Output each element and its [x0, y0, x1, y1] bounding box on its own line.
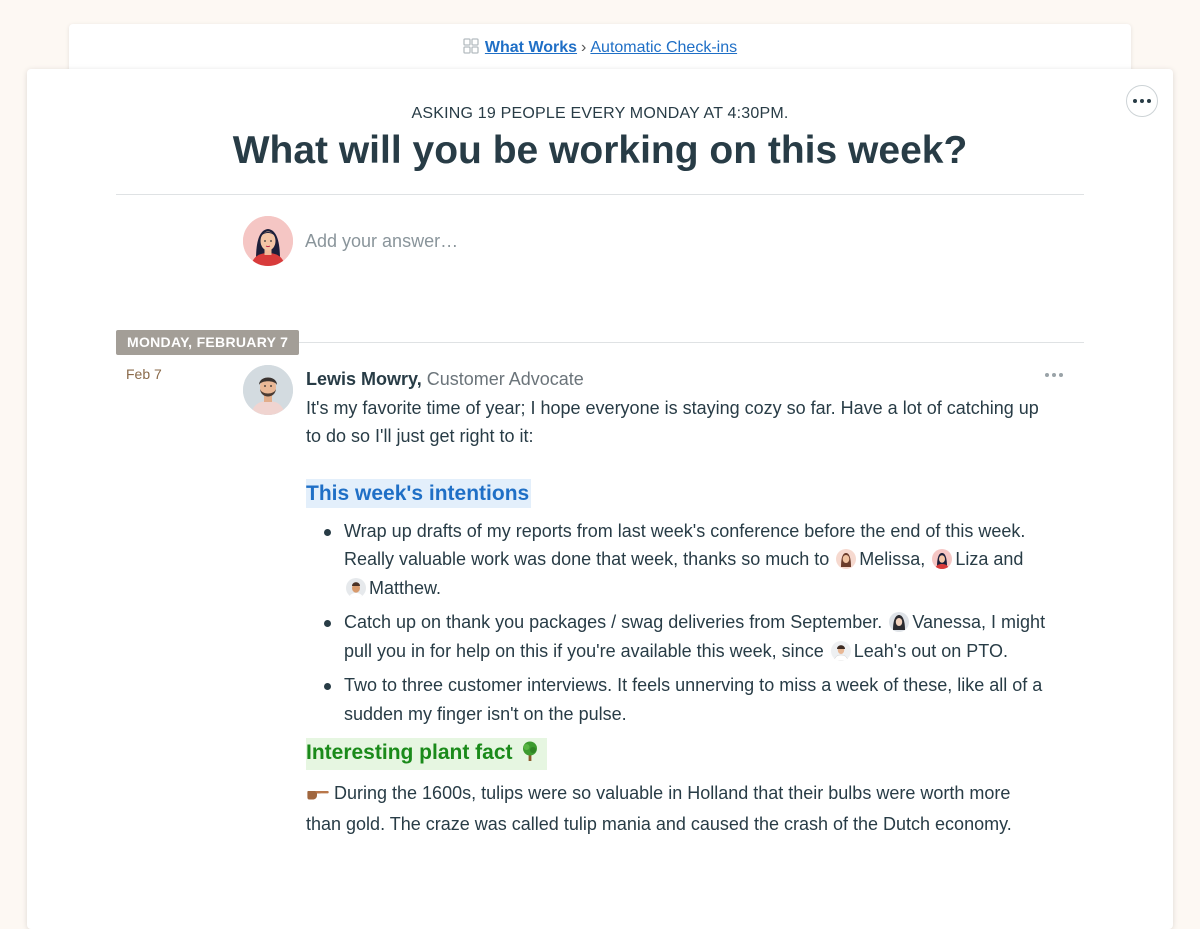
breadcrumb-separator: › — [581, 39, 587, 56]
mention-melissa[interactable]: Melissa, — [859, 549, 925, 569]
heading-intentions: This week's intentions — [306, 478, 532, 508]
post-intro: It's my favorite time of year; I hope ev… — [306, 397, 1039, 447]
day-badge: MONDAY, FEBRUARY 7 — [116, 330, 300, 355]
mention-liza[interactable]: Liza — [955, 549, 988, 569]
pointing-hand-icon — [306, 781, 330, 810]
intentions-list: Wrap up drafts of my reports from last w… — [306, 517, 1046, 729]
mention-avatar — [830, 640, 851, 661]
answer-input[interactable] — [305, 227, 805, 255]
checkin-card: ASKING 19 PEOPLE EVERY MONDAY AT 4:30PM.… — [27, 69, 1173, 929]
list-item: Catch up on thank you packages / swag de… — [324, 608, 1046, 665]
post-date[interactable]: Feb 7 — [126, 366, 162, 382]
post-options-button[interactable] — [1045, 373, 1063, 377]
options-icon — [1133, 99, 1137, 103]
mention-leah[interactable]: Leah's — [854, 641, 906, 661]
author-name[interactable]: Lewis Mowry, — [306, 369, 422, 389]
breadcrumb: What Works › Automatic Check-ins — [69, 38, 1131, 59]
mention-avatar — [932, 549, 953, 569]
mention-avatar — [889, 612, 910, 632]
tree-emoji-icon — [519, 740, 541, 770]
divider — [116, 194, 1084, 195]
breadcrumb-project-link[interactable]: What Works — [485, 39, 577, 56]
checkin-answer: Lewis Mowry, Customer Advocate It's my f… — [306, 365, 1046, 838]
author-avatar[interactable] — [243, 365, 293, 415]
mention-avatar — [346, 577, 366, 598]
grid-icon — [463, 38, 479, 59]
heading-plant-fact: Interesting plant fact — [306, 738, 547, 770]
mention-vanessa[interactable]: Vanessa, — [912, 612, 986, 632]
plant-fact: During the 1600s, tulips were so valuabl… — [306, 781, 1012, 834]
author-line: Lewis Mowry, Customer Advocate — [306, 365, 1046, 394]
author-role: Customer Advocate — [426, 369, 584, 389]
mention-avatar — [836, 549, 857, 569]
list-item: Wrap up drafts of my reports from last w… — [324, 517, 1046, 603]
checkin-schedule: ASKING 19 PEOPLE EVERY MONDAY AT 4:30PM. — [411, 105, 789, 122]
mention-matthew[interactable]: Matthew. — [369, 578, 441, 598]
list-item: Two to three customer interviews. It fee… — [324, 671, 1046, 728]
breadcrumb-tool-link[interactable]: Automatic Check-ins — [590, 39, 737, 56]
avatar — [243, 216, 293, 266]
page-title: What will you be working on this week? — [232, 129, 968, 172]
